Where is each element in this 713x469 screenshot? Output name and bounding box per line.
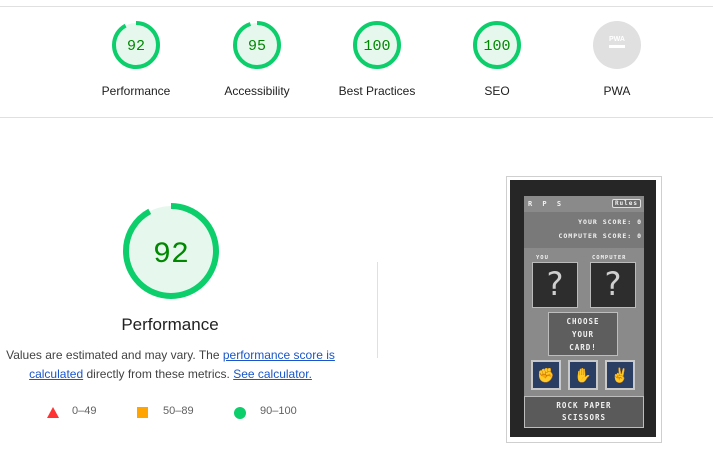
gauge-label: Performance — [101, 84, 171, 98]
gauge-ring: 92 — [112, 21, 160, 69]
question-mark-icon: ? — [546, 265, 564, 303]
gauge-label: PWA — [603, 84, 631, 98]
pwa-icon-text: PWA — [609, 36, 625, 43]
gauge-score: 100 — [483, 38, 510, 55]
computer-card: ? — [590, 262, 636, 308]
gauge-score: 100 — [363, 38, 390, 55]
your-score: YOUR SCORE: 0 — [578, 218, 642, 226]
section-divider — [0, 117, 713, 118]
gauge-ring: 95 — [233, 21, 281, 69]
gauge-performance[interactable]: 92 Performance — [81, 20, 191, 98]
gauge-pwa[interactable]: PWA PWA — [562, 20, 672, 98]
gauge-accessibility[interactable]: 95 Accessibility — [202, 20, 312, 98]
scissors-hand-icon: ✌ — [605, 360, 635, 390]
choose-card-prompt: CHOOSE YOUR CARD! — [548, 312, 618, 356]
desc-text: Values are estimated and may vary. The — [6, 348, 223, 362]
screenshot-viewport: R P S Rules YOUR SCORE: 0 COMPUTER SCORE… — [510, 180, 656, 437]
see-calculator-link[interactable]: See calculator. — [233, 367, 312, 381]
banner-line: SCISSORS — [561, 413, 607, 422]
gauge-ring: 100 — [353, 21, 401, 69]
performance-title: Performance — [121, 315, 219, 334]
you-label: YOU — [536, 255, 549, 261]
legend-fail-range: 0–49 — [72, 405, 97, 417]
player-card: ? — [532, 262, 578, 308]
big-gauge-ring: 92 — [123, 203, 219, 299]
circle-icon — [234, 407, 246, 419]
scoreboard: YOUR SCORE: 0 COMPUTER SCORE: 0 — [524, 212, 644, 248]
computer-score: COMPUTER SCORE: 0 — [558, 232, 642, 240]
gauge-label: SEO — [484, 84, 510, 98]
gauge-ring: 100 — [473, 21, 521, 69]
banner-line: ROCK PAPER — [556, 401, 612, 410]
computer-label: COMPUTER — [592, 255, 627, 261]
paper-hand-icon: ✋ — [568, 360, 598, 390]
rules-button: Rules — [611, 199, 641, 208]
desc-text: directly from these metrics. — [83, 367, 234, 381]
gauge-seo[interactable]: 100 SEO — [442, 20, 552, 98]
gauge-label: Best Practices — [338, 84, 416, 98]
gauge-label: Accessibility — [224, 84, 290, 98]
gauge-score: 95 — [248, 38, 266, 55]
performance-description: Values are estimated and may vary. The p… — [0, 346, 341, 384]
square-icon — [137, 407, 148, 418]
legend-pass-range: 90–100 — [260, 405, 297, 417]
game-screen: R P S Rules YOUR SCORE: 0 COMPUTER SCORE… — [524, 196, 644, 428]
question-mark-icon: ? — [604, 265, 622, 303]
choose-line: CARD! — [569, 343, 597, 352]
rps-banner: ROCK PAPER SCISSORS — [524, 396, 644, 428]
legend-average-range: 50–89 — [163, 405, 194, 417]
gauge-score: 92 — [127, 38, 145, 55]
gauge-best-practices[interactable]: 100 Best Practices — [322, 20, 432, 98]
rock-hand-icon: ✊ — [531, 360, 561, 390]
category-gauges: 92 Performance 95 Accessibility 100 Best… — [0, 0, 713, 117]
choose-line: YOUR — [571, 330, 595, 339]
big-gauge-score: 92 — [153, 238, 189, 272]
performance-big-gauge: 92 — [121, 201, 221, 306]
vertical-divider — [377, 262, 378, 358]
pwa-icon: PWA — [593, 21, 641, 69]
choose-line: CHOOSE — [566, 317, 600, 326]
game-title: R P S — [528, 200, 565, 208]
triangle-icon — [47, 407, 59, 418]
